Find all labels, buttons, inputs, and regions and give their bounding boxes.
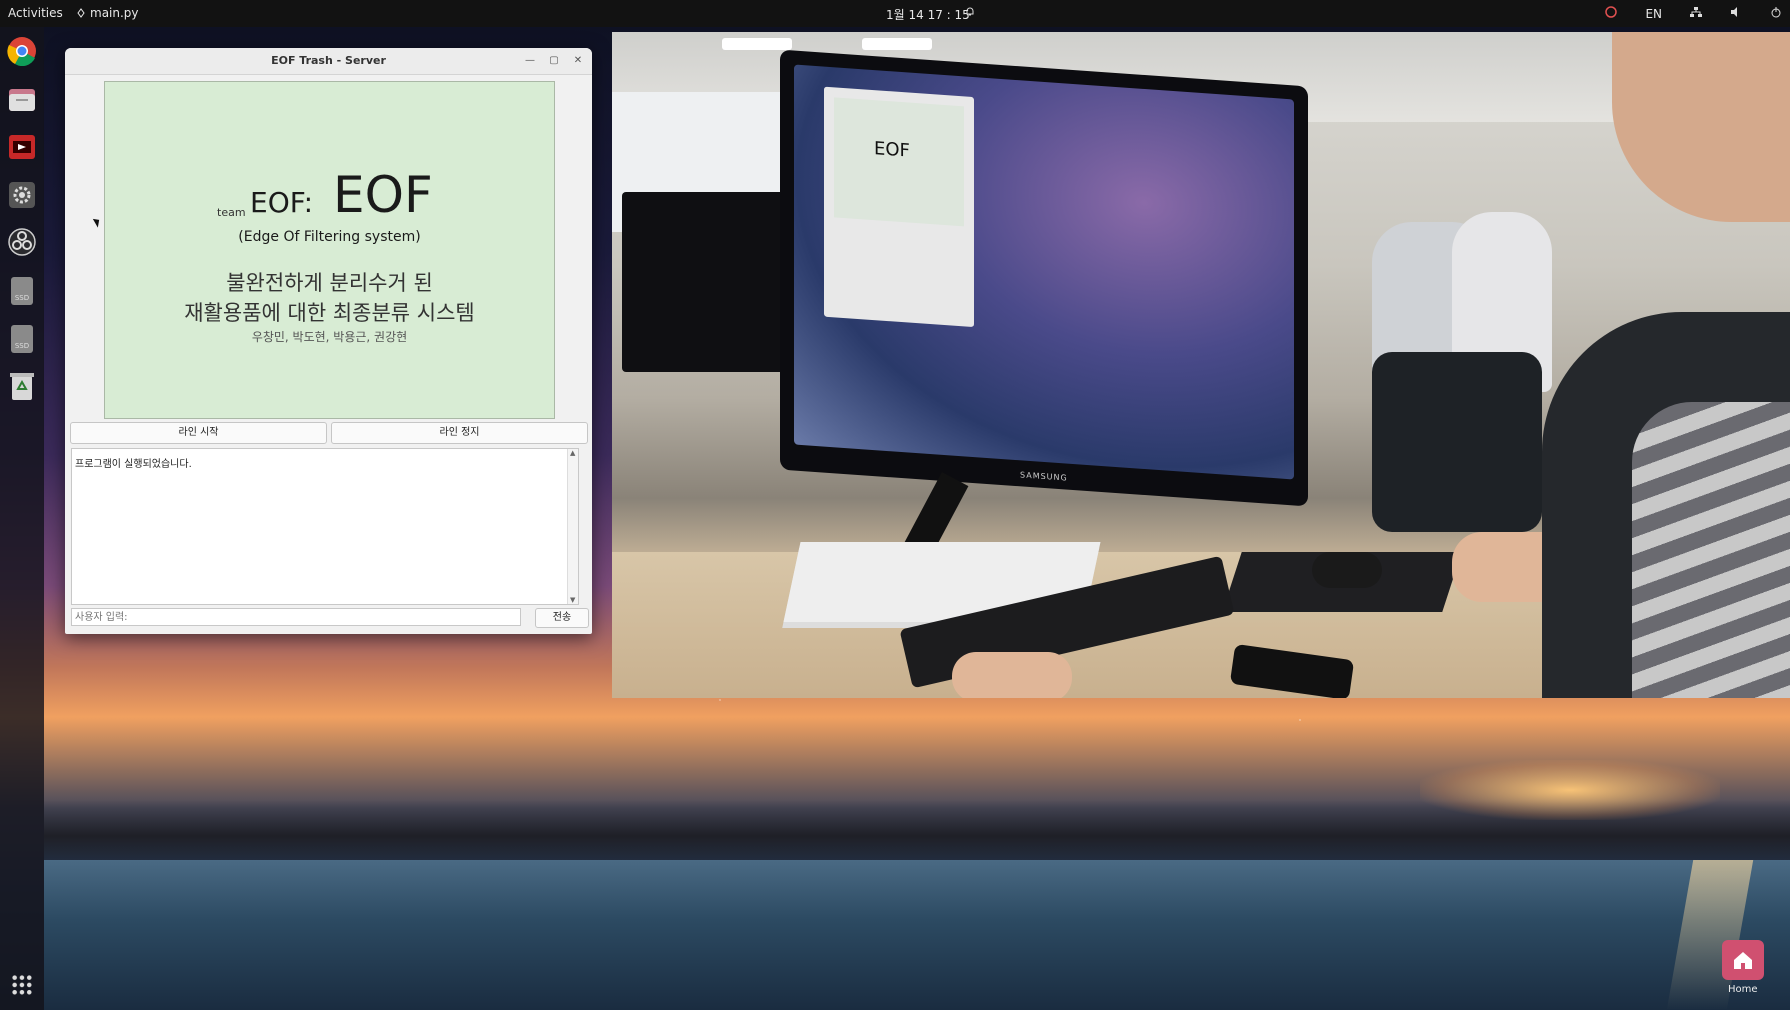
network-icon xyxy=(1690,6,1702,21)
splash-description-line1: 불완전하게 분리수거 된 xyxy=(226,271,433,295)
settings-icon[interactable] xyxy=(4,177,40,213)
video-left-monitor xyxy=(622,192,792,372)
obs-icon[interactable] xyxy=(4,224,40,260)
desktop-sun-glow xyxy=(1420,760,1720,820)
activities-button[interactable]: Activities xyxy=(8,6,63,20)
focused-app-name: main.py xyxy=(90,6,139,20)
scroll-down-icon[interactable]: ▼ xyxy=(570,596,575,604)
splash-team-label: team xyxy=(217,206,246,219)
video-mini-window: EOF xyxy=(824,86,974,328)
privacy-indicator-icon xyxy=(1605,6,1618,21)
video-monitor-screen: EOF xyxy=(794,64,1294,480)
splash-description-line2: 재활용품에 대한 최종분류 시스템 xyxy=(184,301,475,325)
show-applications-icon[interactable] xyxy=(11,974,33,996)
maximize-icon[interactable]: ▢ xyxy=(546,53,562,69)
minimize-icon[interactable]: — xyxy=(522,53,538,69)
system-tray[interactable]: EN xyxy=(1605,6,1782,21)
trash-icon[interactable] xyxy=(4,369,40,405)
close-icon[interactable]: ✕ xyxy=(570,53,586,69)
line-stop-button[interactable]: 라인 정지 xyxy=(331,422,588,444)
svg-text:SSD: SSD xyxy=(15,342,29,350)
video-monitor-brand: SAMSUNG xyxy=(1020,470,1068,483)
ssd-drive-icon[interactable]: SSD xyxy=(4,273,40,309)
line-start-button[interactable]: 라인 시작 xyxy=(70,422,327,444)
clock[interactable]: 1월 14 17 : 15 xyxy=(886,6,970,23)
chrome-icon[interactable] xyxy=(4,33,40,69)
splash-panel: team EOF: EOF (Edge Of Filtering system)… xyxy=(104,81,555,419)
video-ceiling-light xyxy=(722,38,792,50)
focused-app-menu[interactable]: main.py xyxy=(76,6,139,20)
log-scrollbar[interactable]: ▲ ▼ xyxy=(567,449,578,604)
svg-text:SSD: SSD xyxy=(15,294,29,302)
splash-eof-small: EOF: xyxy=(250,186,314,219)
user-input-row: 전송 xyxy=(71,608,589,628)
splash-team-members: 우창민, 박도현, 박용근, 권강현 xyxy=(251,330,408,344)
user-input-field[interactable] xyxy=(71,608,521,626)
home-folder-label[interactable]: Home xyxy=(1728,984,1758,995)
home-folder-icon[interactable] xyxy=(1722,940,1764,980)
window-titlebar[interactable]: EOF Trash - Server — ▢ ✕ xyxy=(65,48,592,75)
volume-icon xyxy=(1730,6,1742,21)
scroll-up-icon[interactable]: ▲ xyxy=(570,449,575,457)
desktop-water xyxy=(44,860,1790,1010)
splash-eof-big: EOF xyxy=(333,166,433,224)
log-output[interactable]: 프로그램이 실행되었습니다. ▲ ▼ xyxy=(71,448,579,605)
ssd-drive-icon[interactable]: SSD xyxy=(4,321,40,357)
video-chair xyxy=(1372,352,1542,532)
python-icon xyxy=(77,8,85,18)
window-title: EOF Trash - Server xyxy=(271,54,386,67)
log-line: 프로그램이 실행되었습니다. xyxy=(75,459,192,470)
video-mouse xyxy=(1312,552,1382,588)
video-ceiling-light xyxy=(862,38,932,50)
power-icon xyxy=(1770,6,1782,21)
media-icon[interactable] xyxy=(4,129,40,165)
dock: SSD SSD xyxy=(0,27,44,1010)
video-overlay: EOF SAMSUNG xyxy=(612,32,1790,698)
app-window: EOF Trash - Server — ▢ ✕ team EOF: EOF (… xyxy=(65,48,592,634)
video-mini-eof: EOF xyxy=(874,138,910,162)
splash-subtitle: (Edge Of Filtering system) xyxy=(238,229,421,245)
notification-icon xyxy=(965,6,975,20)
video-hand xyxy=(952,652,1072,698)
video-mini-splash: EOF xyxy=(834,97,964,227)
files-icon[interactable] xyxy=(4,81,40,117)
video-face xyxy=(1612,32,1790,222)
top-bar: Activities main.py 1월 14 17 : 15 EN xyxy=(0,0,1790,27)
control-buttons: 라인 시작 라인 정지 xyxy=(70,422,588,444)
video-striped-sleeve xyxy=(1632,402,1790,698)
send-button[interactable]: 전송 xyxy=(535,608,589,628)
video-monitor: EOF SAMSUNG xyxy=(780,49,1308,507)
language-indicator[interactable]: EN xyxy=(1645,7,1662,21)
